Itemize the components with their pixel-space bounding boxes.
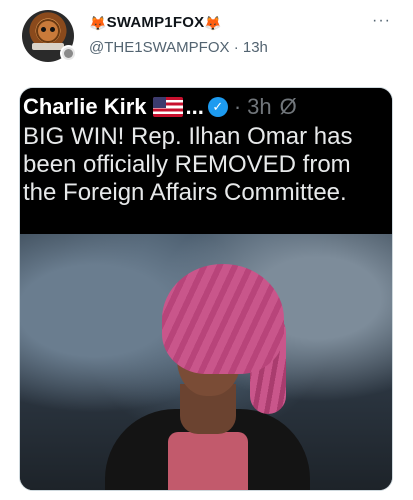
fox-icon: 🦊 (89, 14, 107, 31)
verified-check-icon: ✓ (207, 97, 228, 117)
us-flag-icon (152, 97, 183, 117)
more-horizontal-icon[interactable]: ··· (372, 12, 391, 30)
avatar-eye (50, 27, 55, 32)
photo (20, 234, 392, 490)
affiliation-badge-icon (60, 45, 77, 62)
inner-author-row: Charlie Kirk ... ✓ · 3h Ø (23, 94, 388, 120)
display-name-row[interactable]: 🦊 SWAMP1FOX 🦊 (89, 14, 222, 31)
shirt (168, 432, 248, 490)
headscarf (162, 264, 284, 374)
handle-row: @THE1SWAMPFOX · 13h (89, 39, 268, 56)
display-name[interactable]: SWAMP1FOX (107, 14, 205, 31)
inner-no-symbol: Ø (279, 94, 297, 119)
handle[interactable]: @THE1SWAMPFOX (89, 39, 230, 56)
inner-separator: · (233, 94, 242, 119)
avatar-face (36, 19, 60, 43)
post-header: 🦊 SWAMP1FOX 🦊 @THE1SWAMPFOX · 13h ··· (0, 0, 413, 78)
inner-timestamp: 3h (247, 94, 272, 119)
post-media[interactable]: Charlie Kirk ... ✓ · 3h Ø BIG WIN! Rep. … (19, 87, 393, 491)
avatar-eye (41, 27, 46, 32)
timestamp[interactable]: 13h (243, 39, 268, 56)
embedded-screenshot: Charlie Kirk ... ✓ · 3h Ø BIG WIN! Rep. … (20, 88, 392, 234)
separator: · (233, 39, 239, 56)
fox-icon: 🦊 (204, 14, 222, 31)
inner-author-name: Charlie Kirk (23, 94, 147, 119)
inner-ellipsis: ... (185, 94, 204, 119)
person-figure (20, 234, 392, 490)
inner-tweet-text: BIG WIN! Rep. Ilhan Omar has been offici… (23, 123, 353, 206)
avatar-band (32, 43, 64, 50)
